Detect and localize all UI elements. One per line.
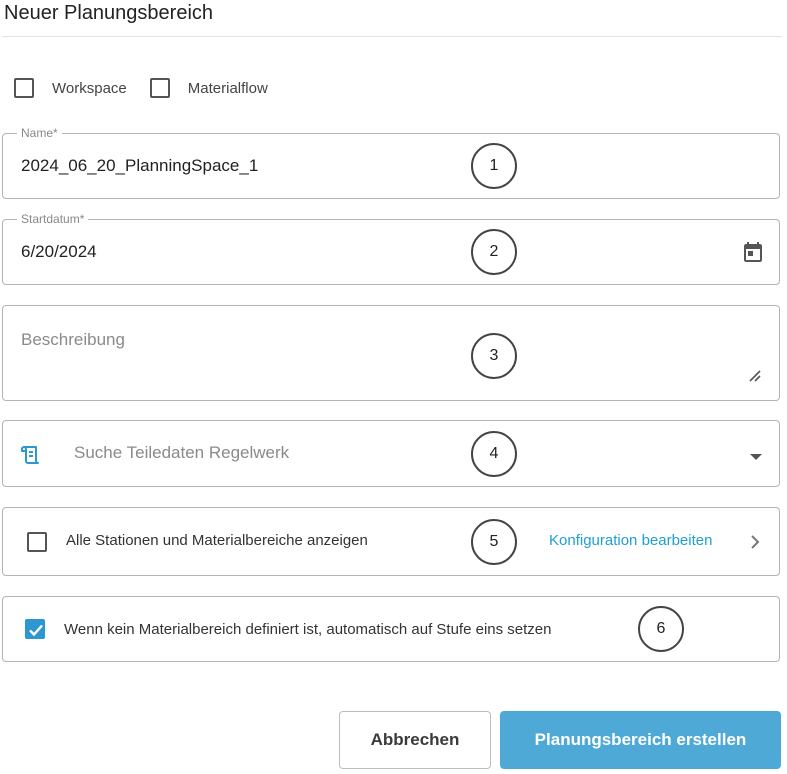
name-field[interactable]: Name* 2024_06_20_PlanningSpace_1	[2, 126, 780, 199]
edit-configuration-link[interactable]: Konfiguration bearbeiten	[549, 532, 712, 549]
materialflow-label[interactable]: Materialflow	[188, 80, 268, 97]
title-divider	[2, 36, 782, 37]
caret-down-icon[interactable]	[749, 449, 763, 460]
annotation-marker-4: 4	[471, 431, 517, 477]
chevron-right-icon[interactable]	[749, 533, 761, 551]
description-field[interactable]: Beschreibung	[2, 305, 780, 401]
cancel-button[interactable]: Abbrechen	[339, 711, 491, 769]
ruleset-select[interactable]: Suche Teiledaten Regelwerk	[2, 420, 780, 487]
dialog-title: Neuer Planungsbereich	[4, 2, 214, 24]
create-planning-area-button[interactable]: Planungsbereich erstellen	[500, 711, 781, 769]
annotation-marker-2: 2	[471, 229, 517, 275]
annotation-marker-1: 1	[471, 143, 517, 189]
startdate-field[interactable]: Startdatum* 6/20/2024	[2, 212, 780, 285]
scroll-icon	[19, 443, 43, 467]
workspace-checkbox[interactable]	[14, 78, 34, 98]
show-all-option-row: Alle Stationen und Materialbereiche anze…	[2, 507, 780, 576]
show-all-checkbox[interactable]	[27, 532, 47, 552]
ruleset-search-input[interactable]: Suche Teiledaten Regelwerk	[74, 443, 289, 463]
auto-level-label[interactable]: Wenn kein Materialbereich definiert ist,…	[64, 621, 551, 638]
name-field-label: Name*	[17, 126, 62, 140]
description-input[interactable]: Beschreibung	[21, 330, 125, 350]
annotation-marker-6: 6	[638, 606, 684, 652]
startdate-input[interactable]: 6/20/2024	[21, 242, 97, 262]
name-input[interactable]: 2024_06_20_PlanningSpace_1	[21, 156, 258, 176]
workspace-label[interactable]: Workspace	[52, 80, 127, 97]
resize-handle-icon[interactable]	[747, 368, 761, 382]
startdate-field-label: Startdatum*	[17, 212, 89, 226]
calendar-icon[interactable]	[741, 240, 765, 264]
auto-level-checkbox[interactable]	[25, 619, 45, 639]
materialflow-checkbox[interactable]	[149, 78, 170, 98]
annotation-marker-5: 5	[471, 519, 517, 565]
type-options: Workspace Materialflow	[14, 78, 268, 98]
annotation-marker-3: 3	[471, 333, 517, 379]
show-all-label[interactable]: Alle Stationen und Materialbereiche anze…	[66, 532, 368, 549]
